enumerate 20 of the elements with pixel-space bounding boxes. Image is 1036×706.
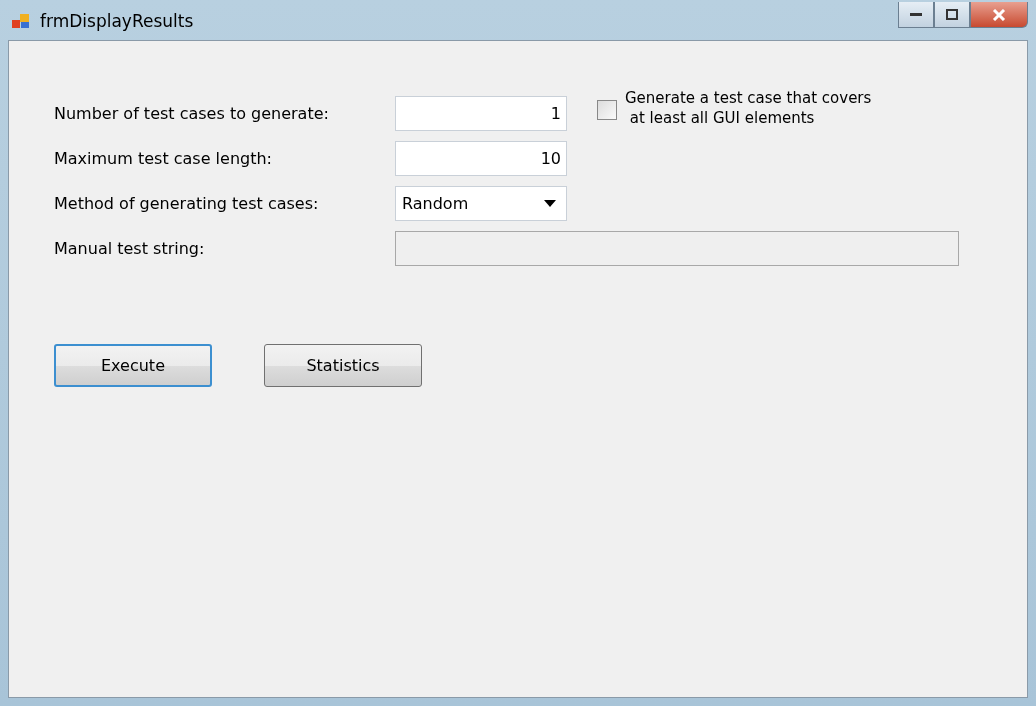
number-field[interactable]: 1: [395, 96, 567, 131]
field-label: Method of generating test cases:: [54, 194, 320, 213]
window-title: frmDisplayResults: [40, 11, 194, 31]
action-button[interactable]: Statistics: [264, 344, 422, 387]
maximize-button[interactable]: [934, 2, 970, 28]
caret-icon: [544, 200, 556, 207]
checkbox-label: Generate a test case that covers at least all GUI elements: [625, 88, 872, 128]
number-field[interactable]: 10: [395, 141, 567, 176]
minimize-button[interactable]: [898, 2, 934, 28]
close-icon: [992, 8, 1006, 21]
checkbox[interactable]: [597, 100, 617, 120]
minimize-icon: [910, 12, 922, 17]
method-dropdown[interactable]: Random: [395, 186, 567, 221]
maximize-icon: [946, 9, 958, 20]
app-icon: [12, 13, 30, 29]
field-label: Number of test cases to generate:: [54, 104, 330, 123]
field-label: Manual test string:: [54, 239, 206, 258]
action-button[interactable]: Execute: [54, 344, 212, 387]
field-label: Maximum test case length:: [54, 149, 273, 168]
close-button[interactable]: [970, 2, 1028, 28]
